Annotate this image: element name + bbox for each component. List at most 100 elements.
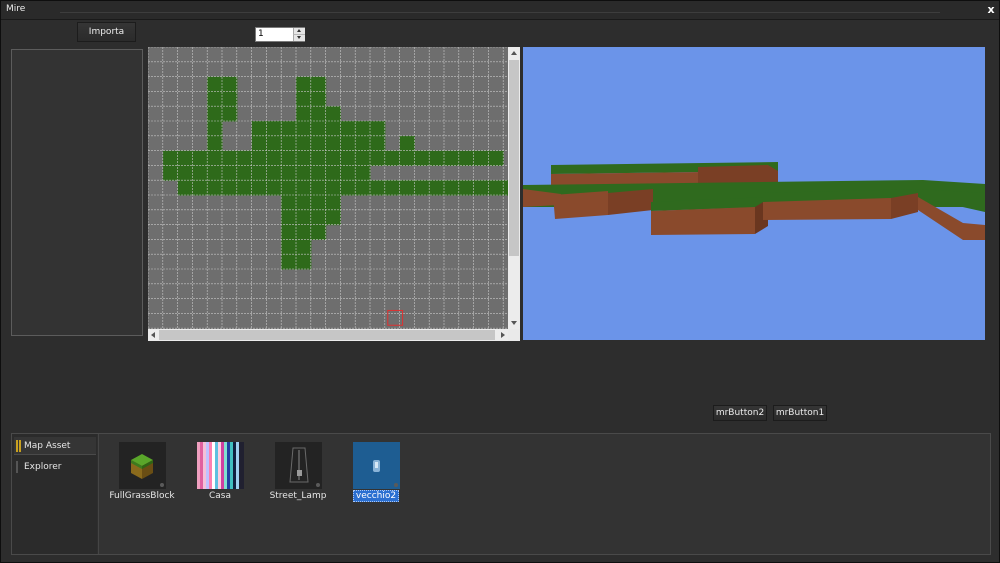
grass-tile[interactable] bbox=[281, 209, 297, 226]
tab-explorer[interactable]: Explorer bbox=[14, 458, 96, 476]
grass-tile[interactable] bbox=[325, 150, 341, 166]
grass-tile[interactable] bbox=[399, 180, 415, 196]
grass-tile[interactable] bbox=[370, 150, 386, 166]
grass-tile[interactable] bbox=[296, 224, 312, 240]
grass-tile[interactable] bbox=[222, 180, 238, 196]
grass-tile[interactable] bbox=[236, 180, 253, 196]
grass-tile[interactable] bbox=[192, 150, 208, 166]
grass-tile[interactable] bbox=[296, 106, 312, 122]
grass-tile[interactable] bbox=[251, 180, 267, 196]
grass-tile[interactable] bbox=[296, 209, 312, 226]
grass-tile[interactable] bbox=[281, 180, 297, 196]
grass-tile[interactable] bbox=[266, 121, 282, 137]
map-grid-editor[interactable] bbox=[148, 47, 520, 341]
grass-tile[interactable] bbox=[310, 121, 327, 137]
grass-tile[interactable] bbox=[177, 150, 193, 166]
grass-tile[interactable] bbox=[281, 224, 297, 240]
asset-item-selected[interactable]: vecchio2 bbox=[333, 442, 419, 506]
grass-tile[interactable] bbox=[325, 165, 341, 181]
grass-tile[interactable] bbox=[236, 165, 253, 181]
spin-down-button[interactable] bbox=[293, 35, 305, 41]
grass-tile[interactable] bbox=[296, 195, 312, 211]
grass-tile[interactable] bbox=[310, 209, 327, 226]
grass-tile[interactable] bbox=[399, 150, 415, 166]
asset-item[interactable]: Casa bbox=[177, 442, 263, 506]
grass-tile[interactable] bbox=[222, 91, 238, 107]
grass-tile[interactable] bbox=[207, 76, 223, 92]
grass-tile[interactable] bbox=[296, 135, 312, 152]
grass-tile[interactable] bbox=[325, 121, 341, 137]
grass-tile[interactable] bbox=[207, 121, 223, 137]
grass-tile[interactable] bbox=[340, 121, 356, 137]
grass-tile[interactable] bbox=[340, 150, 356, 166]
grass-tile[interactable] bbox=[162, 150, 179, 166]
scroll-up-arrow-icon[interactable] bbox=[511, 51, 517, 55]
grass-tile[interactable] bbox=[458, 150, 475, 166]
grass-tile[interactable] bbox=[296, 180, 312, 196]
grass-tile[interactable] bbox=[266, 180, 282, 196]
grass-tile[interactable] bbox=[251, 150, 267, 166]
tab-map-asset[interactable]: Map Asset bbox=[14, 437, 96, 455]
scroll-down-arrow-icon[interactable] bbox=[511, 321, 517, 325]
grass-tile[interactable] bbox=[458, 180, 475, 196]
mrbutton2-button[interactable]: mrButton2 bbox=[713, 405, 767, 421]
grass-tile[interactable] bbox=[370, 180, 386, 196]
vertical-scroll-thumb[interactable] bbox=[509, 60, 519, 256]
grass-tile[interactable] bbox=[251, 135, 267, 152]
grass-tile[interactable] bbox=[340, 180, 356, 196]
grass-tile[interactable] bbox=[310, 165, 327, 181]
grass-tile[interactable] bbox=[325, 195, 341, 211]
grass-tile[interactable] bbox=[207, 91, 223, 107]
grass-tile[interactable] bbox=[325, 209, 341, 226]
grass-tile[interactable] bbox=[222, 150, 238, 166]
grass-tile[interactable] bbox=[310, 195, 327, 211]
grass-tile[interactable] bbox=[207, 135, 223, 152]
grass-tile[interactable] bbox=[310, 224, 327, 240]
grass-tile[interactable] bbox=[340, 135, 356, 152]
grass-tile[interactable] bbox=[325, 135, 341, 152]
3d-viewport[interactable] bbox=[523, 47, 985, 340]
grass-tile[interactable] bbox=[266, 165, 282, 181]
grass-tile[interactable] bbox=[310, 106, 327, 122]
grass-tile[interactable] bbox=[236, 150, 253, 166]
grass-tile[interactable] bbox=[414, 150, 430, 166]
grass-tile[interactable] bbox=[355, 135, 371, 152]
scroll-right-arrow-icon[interactable] bbox=[501, 332, 505, 338]
grass-tile[interactable] bbox=[281, 121, 297, 137]
layer-value[interactable]: 1 bbox=[258, 29, 264, 39]
grass-tile[interactable] bbox=[444, 150, 460, 166]
grass-tile[interactable] bbox=[296, 121, 312, 137]
import-button[interactable]: Importa bbox=[77, 22, 136, 42]
grass-tile[interactable] bbox=[266, 150, 282, 166]
grass-tile[interactable] bbox=[310, 180, 327, 196]
grass-tile[interactable] bbox=[192, 165, 208, 181]
grass-tile[interactable] bbox=[192, 180, 208, 196]
grass-tile[interactable] bbox=[222, 165, 238, 181]
grass-tile[interactable] bbox=[281, 150, 297, 166]
grass-tile[interactable] bbox=[296, 76, 312, 92]
tile-grid[interactable] bbox=[148, 47, 508, 329]
grass-tile[interactable] bbox=[281, 165, 297, 181]
grass-tile[interactable] bbox=[207, 150, 223, 166]
layers-panel[interactable] bbox=[11, 49, 143, 336]
layer-spinner[interactable]: 1 bbox=[255, 27, 305, 42]
grass-tile[interactable] bbox=[296, 254, 312, 270]
grass-tile[interactable] bbox=[222, 106, 238, 122]
asset-grid[interactable]: FullGrassBlock Casa Street_Lamp vecchio2 bbox=[98, 434, 990, 554]
horizontal-scroll-thumb[interactable] bbox=[159, 330, 495, 340]
grass-tile[interactable] bbox=[399, 135, 415, 152]
grass-tile[interactable] bbox=[296, 165, 312, 181]
grass-tile[interactable] bbox=[281, 239, 297, 255]
grass-tile[interactable] bbox=[207, 180, 223, 196]
grass-tile[interactable] bbox=[444, 180, 460, 196]
grass-tile[interactable] bbox=[473, 150, 489, 166]
grass-tile[interactable] bbox=[355, 180, 371, 196]
grass-tile[interactable] bbox=[384, 180, 401, 196]
scroll-left-arrow-icon[interactable] bbox=[151, 332, 155, 338]
grass-tile[interactable] bbox=[384, 150, 401, 166]
grass-tile[interactable] bbox=[162, 165, 179, 181]
grass-tile[interactable] bbox=[281, 254, 297, 270]
grass-tile[interactable] bbox=[251, 121, 267, 137]
grass-tile[interactable] bbox=[355, 150, 371, 166]
grass-tile[interactable] bbox=[296, 91, 312, 107]
